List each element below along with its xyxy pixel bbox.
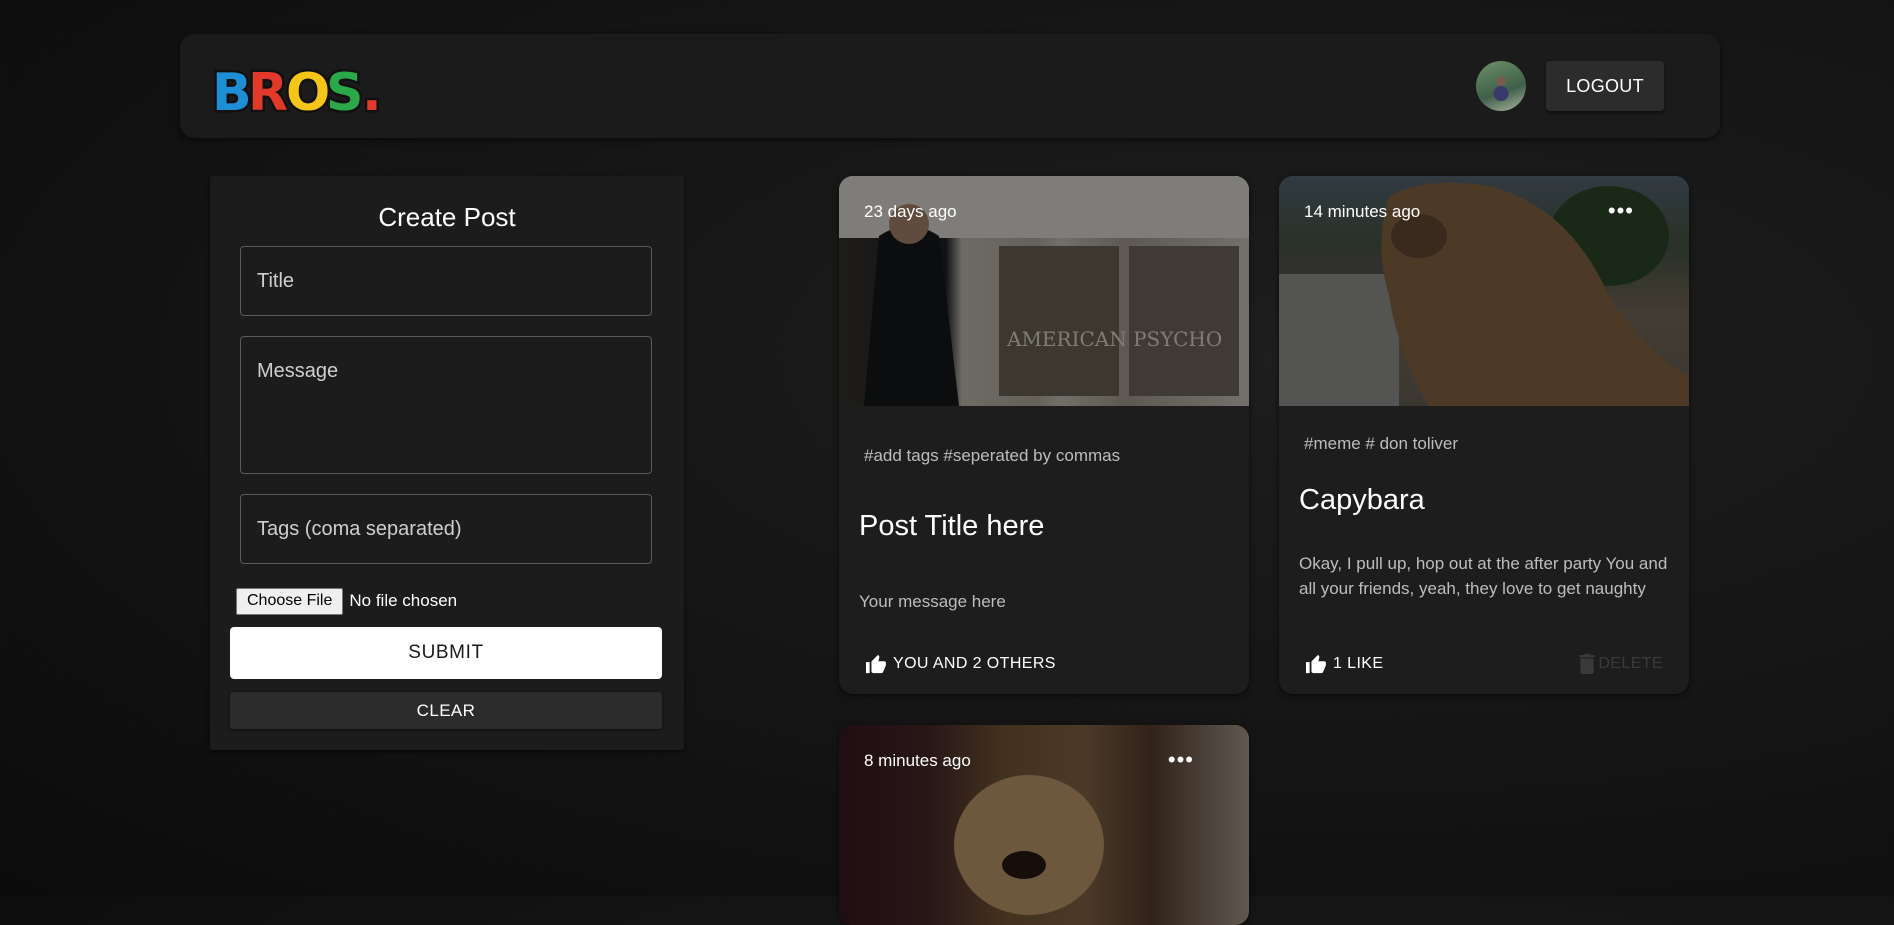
app-bar: B R O S . LOGOUT — [180, 34, 1720, 138]
file-status: No file chosen — [349, 591, 458, 610]
trash-icon — [1579, 654, 1596, 674]
delete-button[interactable]: DELETE — [1579, 654, 1663, 674]
like-button[interactable]: 1 LIKE — [1305, 654, 1383, 674]
create-post-form: Create Post Title Message Tags (coma sep… — [210, 176, 684, 750]
poster-text-1: AMERICAN PSYCHO — [1006, 327, 1222, 351]
like-button[interactable]: YOU AND 2 OTHERS — [865, 654, 1056, 674]
like-count: 1 LIKE — [1333, 655, 1384, 672]
post-message: Your message here — [859, 592, 1006, 611]
svg-text:R: R — [248, 63, 288, 118]
post-title: Capybara — [1299, 484, 1425, 516]
svg-text:S: S — [326, 63, 363, 118]
thumb-up-icon — [866, 654, 886, 674]
more-options-icon[interactable]: ••• — [1168, 749, 1194, 771]
post-time: 23 days ago — [864, 202, 957, 221]
title-placeholder: Title — [257, 270, 295, 292]
post-card: 8 minutes ago ••• — [839, 725, 1249, 925]
tags-placeholder: Tags (coma separated) — [257, 518, 462, 540]
post-tags: #meme # don toliver — [1304, 434, 1459, 453]
submit-button[interactable]: SUBMIT — [230, 627, 662, 679]
post-tags: #add tags #seperated by commas — [864, 446, 1121, 465]
post-title: Post Title here — [859, 510, 1045, 542]
tags-input[interactable]: Tags (coma separated) — [240, 494, 652, 564]
svg-text:.: . — [362, 63, 382, 118]
create-post-heading: Create Post — [378, 202, 516, 232]
file-picker: Choose File No file chosen — [236, 587, 457, 615]
svg-text:B: B — [212, 63, 252, 118]
post-time: 14 minutes ago — [1304, 202, 1421, 221]
thumb-up-icon — [1306, 654, 1326, 674]
post-image: AMERICAN PSYCHO 23 days ago — [839, 176, 1249, 406]
message-input[interactable]: Message — [240, 336, 652, 474]
post-image: 14 minutes ago ••• — [1279, 176, 1689, 406]
post-card: 14 minutes ago ••• #meme # don toliver C… — [1279, 176, 1689, 694]
choose-file-button[interactable]: Choose File — [236, 587, 344, 615]
bros-logo[interactable]: B R O S . — [212, 60, 390, 119]
delete-label: DELETE — [1598, 655, 1663, 672]
post-card: AMERICAN PSYCHO 23 days ago #add tags #s… — [839, 176, 1249, 694]
title-input[interactable]: Title — [240, 246, 652, 316]
like-count: YOU AND 2 OTHERS — [893, 655, 1056, 672]
post-time: 8 minutes ago — [864, 751, 971, 770]
clear-button[interactable]: CLEAR — [230, 692, 662, 729]
logout-button[interactable]: LOGOUT — [1546, 61, 1664, 111]
svg-text:O: O — [286, 63, 330, 118]
message-placeholder: Message — [257, 360, 339, 382]
more-options-icon[interactable]: ••• — [1608, 200, 1634, 222]
post-image: 8 minutes ago ••• — [839, 725, 1249, 925]
user-avatar[interactable] — [1476, 61, 1526, 111]
post-message: Okay, I pull up, hop out at the after pa… — [1299, 554, 1668, 598]
